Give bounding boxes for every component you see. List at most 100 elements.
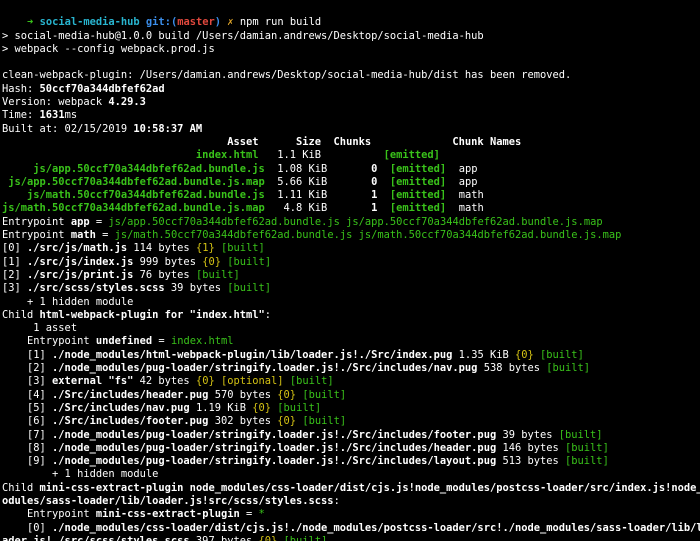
output-text: 1.11 KiB [264,189,372,202]
output-text: 1 asset [2,322,78,335]
output-text: ./src/scss/styles.scss [27,282,165,295]
output-text: js/math.50ccf70a344dbfef62ad.bundle.js.m… [2,202,265,215]
output-text: Built at: 02/15/2019 [2,122,134,135]
output-line: [7] ./node_modules/pug-loader/stringify.… [2,429,700,442]
output-text: {0} [195,375,215,388]
output-line: [6] ./Src/includes/footer.pug 302 bytes … [2,415,700,428]
output-text: [0] [2,521,53,534]
output-text: * [258,508,265,521]
output-text: [7] [2,428,53,441]
output-text: [built] [558,428,603,441]
output-text: [2] [2,268,28,281]
output-line: [0] ./src/js/math.js 114 bytes {1} [buil… [2,242,700,255]
output-text: {0} [514,348,534,361]
prompt-command: npm run build [239,16,322,29]
output-text: [built] [546,362,591,375]
output-text: 1.19 KiB [189,401,253,414]
output-text: Entrypoint [2,508,96,521]
output-line: Asset Size Chunks Chunk Names [2,136,700,149]
output-line: Time: 1631ms [2,109,700,122]
output-text: [built] [221,242,265,255]
output-text: [emitted] [383,149,440,162]
output-text: [1] [2,348,53,361]
output-text: ader.js!./src/scss/styles.scss [2,534,190,541]
output-line: Hash: 50ccf70a344dbfef62ad [2,83,700,96]
output-text: ./Src/includes/header.pug [52,388,209,401]
terminal-output: > social-media-hub@1.0.0 build /Users/da… [2,16,700,541]
output-text: [optional] [220,375,284,388]
output-text: 42 bytes [133,375,196,388]
output-line: js/app.50ccf70a344dbfef62ad.bundle.js 1.… [2,163,700,176]
output-text: {0} [277,388,297,401]
output-line: Version: webpack 4.29.3 [2,96,700,109]
output-text: 302 bytes [208,415,278,428]
output-line: > webpack --config webpack.prod.js [2,43,700,56]
output-text: {0} [258,534,278,541]
output-text: app [70,215,90,228]
output-text: = [95,229,115,242]
output-text: index.html [2,149,259,162]
output-text: [built] [227,282,272,295]
output-text: = [239,508,259,521]
output-text: ./node_modules/pug-loader/stringify.load… [52,362,478,375]
output-line: 1 asset [2,322,700,335]
output-line: clean-webpack-plugin: /Users/damian.andr… [2,69,700,82]
output-text: ./node_modules/pug-loader/stringify.load… [52,428,497,441]
output-text: ./node_modules/pug-loader/stringify.load… [52,455,497,468]
output-line: [1] ./src/js/index.js 999 bytes {0} [bui… [2,256,700,269]
output-text: = [89,215,109,228]
output-text: > social-media-hub@1.0.0 build /Users/da… [2,29,484,42]
output-line: [1] ./node_modules/html-webpack-plugin/l… [2,349,700,362]
output-line: Entrypoint mini-css-extract-plugin = * [2,508,700,521]
output-text: [built] [289,375,334,388]
output-text: 4.29.3 [108,96,146,109]
output-text: Entrypoint [2,215,71,228]
output-text: undefined [95,335,153,348]
output-text: + 1 hidden module [2,468,159,481]
output-text: mini-css-extract-plugin [95,508,240,521]
output-text: 39 bytes [164,282,228,295]
output-text: [emitted] [389,189,447,202]
output-text: [0] [2,242,28,255]
output-line: js/math.50ccf70a344dbfef62ad.bundle.js 1… [2,189,700,202]
output-line: [4] ./Src/includes/header.pug 570 bytes … [2,389,700,402]
output-text: ./Src/includes/nav.pug [52,401,190,414]
output-text: app [446,162,478,175]
output-text: 570 bytes [208,388,278,401]
output-text: [built] [277,401,322,414]
output-text: ./src/js/index.js [27,255,134,268]
output-text: : [264,308,272,321]
output-text: 4.8 KiB [264,202,372,215]
output-text: [emitted] [389,175,447,188]
output-text: ./Src/includes/footer.pug [52,415,209,428]
output-line: > social-media-hub@1.0.0 build /Users/da… [2,30,700,43]
output-text: 39 bytes [496,428,559,441]
output-text: odules/sass-loader/lib/loader.js!src/scs… [2,494,334,507]
output-text: math [446,202,484,215]
output-text: 114 bytes [127,242,196,255]
output-text: [4] [2,388,53,401]
output-text: 513 bytes [496,455,566,468]
output-text: js/app.50ccf70a344dbfef62ad.bundle.js js… [108,215,603,228]
output-text: [2] [2,362,53,375]
output-text: 1.35 KiB [452,348,515,361]
output-line: js/math.50ccf70a344dbfef62ad.bundle.js.m… [2,202,700,215]
output-text: Asset Size Chunks Chunk Names [2,135,522,148]
prompt-line: ➜ social-media-hub git:(master) ✗ npm ru… [2,3,700,28]
output-text: ms [64,109,78,122]
output-text: [emitted] [389,162,447,175]
output-text: math [70,229,96,242]
output-text: html-webpack-plugin for "index.html" [39,308,265,321]
output-text: 5.66 KiB [264,175,372,188]
output-text: js/math.50ccf70a344dbfef62ad.bundle.js j… [114,229,622,242]
output-line: [3] external "fs" 42 bytes {0} [optional… [2,375,700,388]
output-text: 1.08 KiB [264,162,372,175]
output-text: math [446,189,484,202]
output-text: ./src/js/print.js [27,268,134,281]
terminal-window[interactable]: ➜ social-media-hub git:(master) ✗ npm ru… [0,0,700,541]
output-text: 1631 [39,109,65,122]
output-text: ./node_modules/html-webpack-plugin/lib/l… [52,348,453,361]
